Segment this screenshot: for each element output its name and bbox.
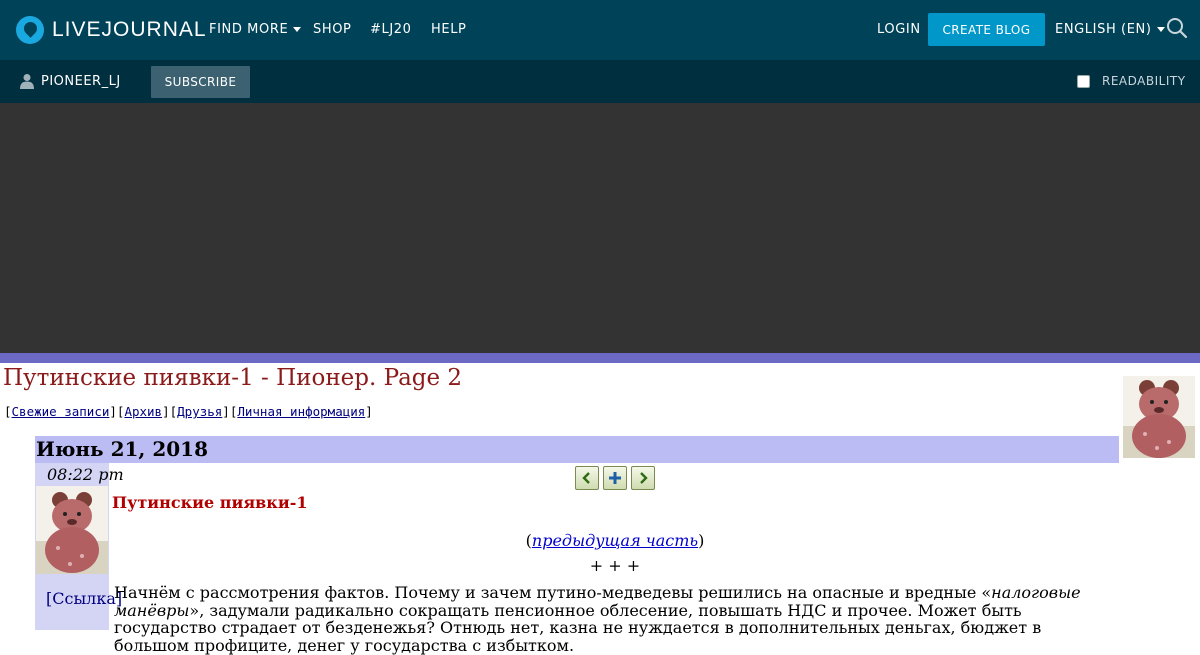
link-recent-entries[interactable]: Свежие записи — [12, 404, 110, 419]
journal-user[interactable]: PIONEER_LJ — [20, 73, 121, 89]
entry-title: Путинские пиявки-1 — [112, 493, 308, 512]
entry-time: 08:22 pm — [47, 465, 124, 484]
arrow-right-icon[interactable] — [631, 466, 655, 490]
readability-label: READABILITY — [1102, 74, 1186, 88]
search-icon[interactable] — [1166, 17, 1188, 39]
user-icon — [20, 74, 34, 89]
subscribe-button[interactable]: SUBSCRIBE — [151, 66, 250, 98]
link-archive[interactable]: Архив — [124, 404, 162, 419]
entry-body: Начнём с рассмотрения фактов. Почему и з… — [114, 584, 1114, 654]
previous-part-link[interactable]: предыдущая часть — [532, 531, 698, 550]
journal-title: Путинские пиявки-1 - Пионер. Page 2 — [3, 365, 463, 391]
nav-lj20[interactable]: #LJ20 — [370, 22, 412, 37]
journal-userpic[interactable] — [1123, 376, 1195, 458]
link-profile-info[interactable]: Личная информация — [237, 404, 365, 419]
readability-toggle[interactable]: READABILITY — [1077, 74, 1186, 88]
nav-shop[interactable]: SHOP — [313, 22, 352, 37]
language-label: ENGLISH (EN) — [1055, 22, 1152, 37]
nav-find-more-label: FIND MORE — [209, 22, 289, 37]
nav-find-more[interactable]: FIND MORE — [209, 22, 302, 37]
entry-separator: + + + — [589, 556, 641, 575]
top-navigation-bar: LIVEJOURNAL FIND MORE SHOP #LJ20 HELP LO… — [0, 0, 1200, 60]
caret-down-icon — [293, 27, 302, 32]
plus-icon[interactable] — [603, 466, 627, 490]
entry-date: Июнь 21, 2018 — [36, 437, 209, 461]
livejournal-logo-icon — [16, 16, 44, 44]
entry-navigation — [575, 466, 655, 490]
language-selector[interactable]: ENGLISH (EN) — [1055, 22, 1165, 37]
caret-down-icon — [1156, 27, 1165, 32]
logo-text: LIVEJOURNAL — [52, 18, 207, 41]
create-blog-button[interactable]: CREATE BLOG — [928, 13, 1045, 46]
arrow-left-icon[interactable] — [575, 466, 599, 490]
link-friends[interactable]: Друзья — [177, 404, 222, 419]
advertisement-area — [0, 103, 1200, 353]
entry-permalink[interactable]: [Ссылка] — [46, 589, 122, 608]
journal-links: [Свежие записи][Архив][Друзья][Личная ин… — [4, 404, 373, 419]
login-link[interactable]: LOGIN — [877, 22, 921, 37]
readability-checkbox[interactable] — [1077, 74, 1090, 88]
entry-body-part-2: », задумали радикально сокращать пенсион… — [114, 600, 1042, 655]
previous-part: (предыдущая часть) — [525, 531, 705, 550]
entry-body-part-1: Начнём с рассмотрения фактов. Почему и з… — [114, 583, 992, 602]
nav-help[interactable]: HELP — [431, 22, 466, 37]
header-stripe — [0, 353, 1200, 363]
journal-username: PIONEER_LJ — [41, 73, 121, 89]
livejournal-logo[interactable]: LIVEJOURNAL — [16, 15, 207, 45]
